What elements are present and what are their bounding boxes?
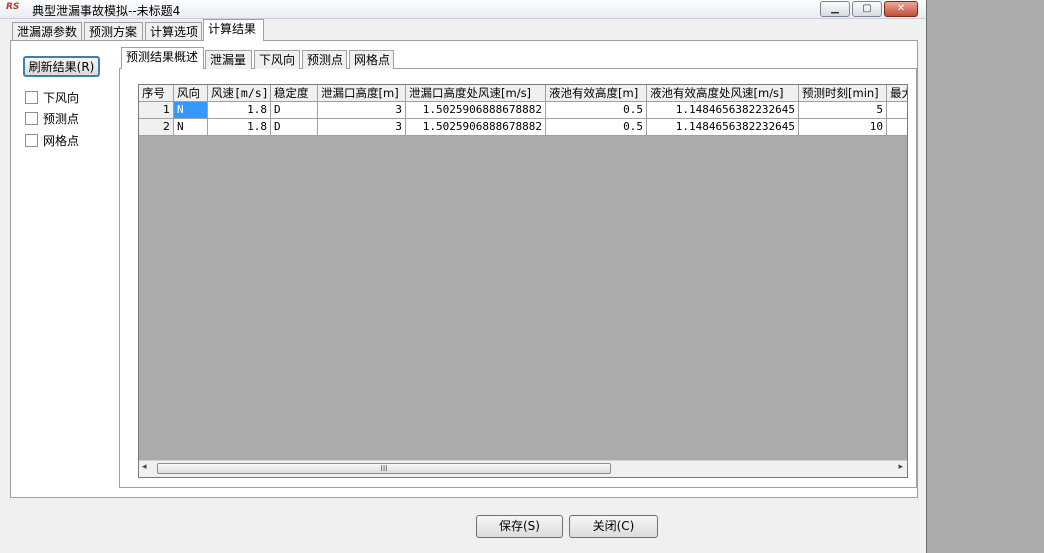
tab-leak-source-params[interactable]: 泄漏源参数 — [12, 22, 82, 41]
table-cell[interactable]: 10 — [799, 119, 887, 136]
close-window-button[interactable]: ✕ — [884, 1, 918, 17]
table-cell[interactable]: 0.5 — [546, 102, 647, 119]
tab-grid-point[interactable]: 网格点 — [349, 50, 394, 69]
tab-result-overview[interactable]: 预测结果概述 — [121, 47, 204, 69]
close-button[interactable]: 关闭(C) — [569, 515, 658, 538]
tab-downwind[interactable]: 下风向 — [254, 50, 300, 69]
table-row[interactable]: 2 N 1.8 D 3 1.5025906888678882 0.5 1.148… — [139, 119, 907, 136]
checkbox-label: 预测点 — [43, 112, 80, 126]
row-number-cell[interactable]: 1 — [139, 102, 174, 119]
column-header[interactable]: 泄漏口高度处风速[m/s] — [406, 85, 546, 102]
checkbox-label: 网格点 — [43, 134, 80, 148]
table-cell[interactable]: 3 — [318, 102, 406, 119]
tab-leak-amount[interactable]: 泄漏量 — [205, 50, 252, 69]
window-title: 典型泄漏事故模拟--未标题4 — [32, 4, 181, 18]
table-cell[interactable]: D — [271, 102, 318, 119]
table-cell[interactable]: 3 — [318, 119, 406, 136]
tab-prediction-plan[interactable]: 预测方案 — [84, 22, 143, 41]
title-bar: RS 典型泄漏事故模拟--未标题4 ▁ ▢ ✕ — [0, 0, 926, 19]
table-cell[interactable]: 1.5025906888678882 — [406, 119, 546, 136]
scrollbar-thumb[interactable]: III — [157, 463, 611, 474]
row-number-cell[interactable]: 2 — [139, 119, 174, 136]
scroll-right-icon[interactable]: ▸ — [898, 462, 903, 472]
checkbox-grid-point[interactable]: 网格点 — [25, 132, 79, 149]
column-header[interactable]: 稳定度 — [271, 85, 318, 102]
main-window: RS 典型泄漏事故模拟--未标题4 ▁ ▢ ✕ 泄漏源参数 预测方案 计算选项 … — [0, 0, 927, 553]
column-header[interactable]: 序号 — [139, 85, 174, 102]
table-cell[interactable]: 0.5 — [546, 119, 647, 136]
results-table: 序号 风向 风速[m/s] 稳定度 泄漏口高度[m] 泄漏口高度处风速[m/s]… — [138, 84, 908, 478]
app-logo-icon: RS — [6, 2, 20, 12]
column-header[interactable]: 泄漏口高度[m] — [318, 85, 406, 102]
maximize-button[interactable]: ▢ — [852, 1, 882, 17]
table-cell[interactable]: 1.1484656382232645 — [647, 102, 799, 119]
checkbox-box[interactable] — [25, 134, 38, 147]
column-header[interactable]: 预测时刻[min] — [799, 85, 887, 102]
table-cell[interactable]: N — [174, 119, 208, 136]
table-cell[interactable]: 1.5025906888678882 — [406, 102, 546, 119]
table-cell[interactable] — [887, 119, 907, 136]
tab-calc-options[interactable]: 计算选项 — [145, 22, 202, 41]
scroll-left-icon[interactable]: ◂ — [142, 462, 147, 472]
table-cell[interactable]: 1.8 — [208, 102, 271, 119]
table-cell[interactable] — [887, 102, 907, 119]
checkbox-label: 下风向 — [43, 91, 80, 105]
column-header[interactable]: 风速[m/s] — [208, 85, 271, 102]
column-header[interactable]: 风向 — [174, 85, 208, 102]
checkbox-downwind[interactable]: 下风向 — [25, 89, 79, 106]
table-cell[interactable]: 1.1484656382232645 — [647, 119, 799, 136]
column-header[interactable]: 液池有效高度[m] — [546, 85, 647, 102]
horizontal-scrollbar[interactable]: ◂ III ▸ — [139, 460, 907, 477]
table-row[interactable]: 1 N 1.8 D 3 1.5025906888678882 0.5 1.148… — [139, 102, 907, 119]
table-cell[interactable]: 5 — [799, 102, 887, 119]
checkbox-box[interactable] — [25, 112, 38, 125]
checkbox-prediction-point[interactable]: 预测点 — [25, 110, 79, 127]
save-button[interactable]: 保存(S) — [476, 515, 563, 538]
tab-calc-results[interactable]: 计算结果 — [203, 19, 264, 41]
table-header-row: 序号 风向 风速[m/s] 稳定度 泄漏口高度[m] 泄漏口高度处风速[m/s]… — [139, 85, 907, 102]
minimize-button[interactable]: ▁ — [820, 1, 850, 17]
tab-prediction-point[interactable]: 预测点 — [302, 50, 347, 69]
refresh-results-button[interactable]: 刷新结果(R) — [23, 56, 100, 77]
column-header[interactable]: 液池有效高度处风速[m/s] — [647, 85, 799, 102]
column-header[interactable]: 最大 — [887, 85, 907, 102]
table-cell[interactable]: 1.8 — [208, 119, 271, 136]
table-cell[interactable]: N — [174, 102, 208, 119]
table-cell[interactable]: D — [271, 119, 318, 136]
checkbox-box[interactable] — [25, 91, 38, 104]
